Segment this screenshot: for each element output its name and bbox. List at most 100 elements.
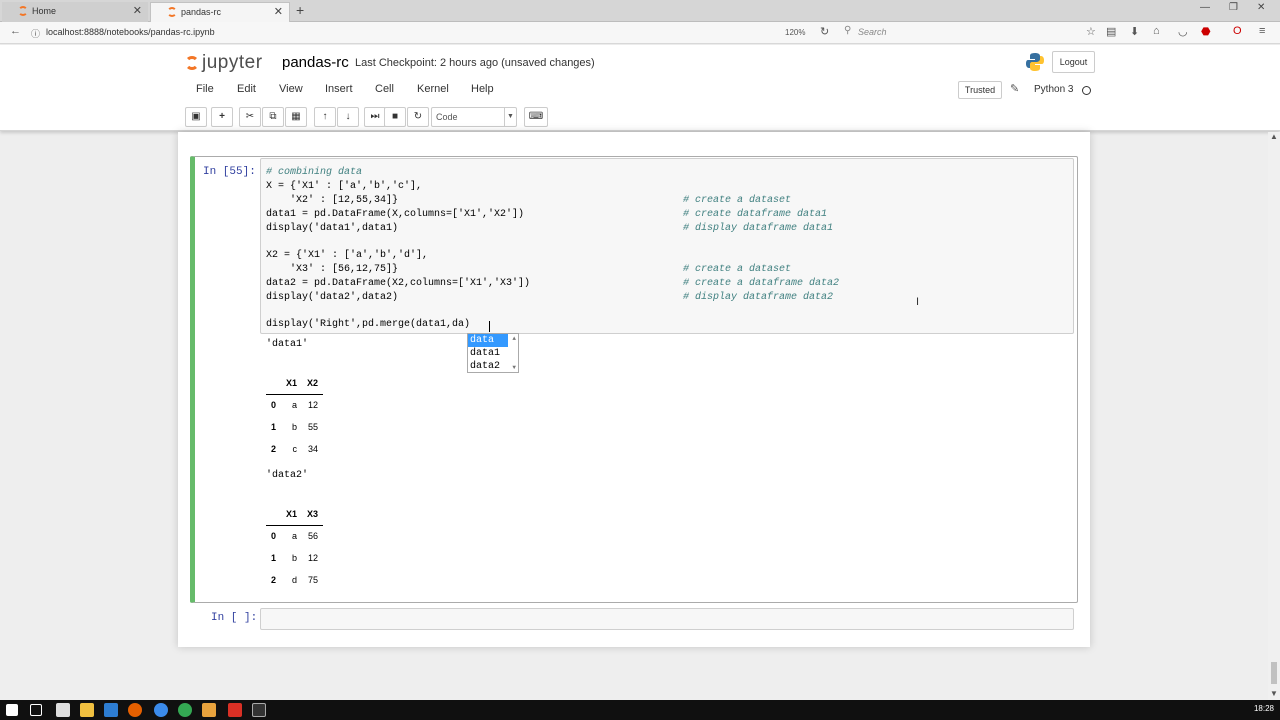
browser-icon[interactable] — [154, 703, 168, 717]
dataframe-table-data2: X1 X3 0 a 56 1 b 12 2 d 75 — [266, 503, 324, 591]
table-header: X1 — [281, 503, 303, 526]
search-icon: ⚲ — [844, 25, 852, 36]
page-scrollbar[interactable]: ▲ ▼ — [1268, 132, 1280, 700]
terminal-icon[interactable] — [252, 703, 266, 717]
task-view-icon[interactable] — [30, 704, 42, 716]
opera-icon[interactable]: O — [1233, 25, 1242, 37]
scroll-down-icon[interactable]: ▼ — [1270, 689, 1278, 698]
autocomplete-item[interactable]: data1 — [468, 347, 518, 360]
bookmark-star-icon[interactable]: ☆ — [1086, 25, 1096, 38]
menu-edit[interactable]: Edit — [237, 83, 256, 95]
firefox-icon[interactable] — [128, 703, 142, 717]
reload-icon[interactable]: ↻ — [820, 25, 829, 38]
menu-cell[interactable]: Cell — [375, 83, 394, 95]
code-line: # combining data — [266, 167, 363, 178]
minimize-icon[interactable]: — — [1200, 2, 1210, 13]
new-tab-icon[interactable]: + — [296, 2, 304, 18]
tab-label: pandas-rc — [181, 7, 222, 17]
autocomplete-list[interactable]: data data1 data2 ▲ ▼ — [467, 333, 519, 373]
notebook-name[interactable]: pandas-rc — [282, 54, 349, 71]
zoom-level[interactable]: 120% — [785, 28, 805, 37]
row-index: 1 — [271, 553, 277, 563]
close-tab-icon[interactable]: ✕ — [274, 3, 283, 21]
table-header — [266, 372, 282, 395]
run-icon[interactable]: ⏭ — [364, 107, 386, 127]
table-cell: 12 — [308, 400, 319, 411]
table-cell: a — [292, 531, 298, 542]
download-icon[interactable]: ⬇ — [1130, 25, 1139, 38]
scrollbar-thumb[interactable] — [1271, 662, 1277, 684]
kernel-name: Python 3 — [1034, 84, 1074, 95]
scroll-up-icon[interactable]: ▲ — [512, 335, 516, 342]
store-icon[interactable] — [56, 703, 70, 717]
tab-label: Home — [32, 6, 57, 16]
code-comment: # create a dataset — [683, 195, 792, 206]
start-icon[interactable] — [6, 704, 18, 716]
close-tab-icon[interactable]: ✕ — [133, 2, 142, 20]
cut-icon[interactable]: ✂ — [239, 107, 261, 127]
move-down-icon[interactable]: ↓ — [337, 107, 359, 127]
stop-icon[interactable]: ■ — [384, 107, 406, 127]
restart-icon[interactable]: ↻ — [407, 107, 429, 127]
empty-code-cell[interactable] — [260, 608, 1074, 630]
move-up-icon[interactable]: ↑ — [314, 107, 336, 127]
save-icon[interactable]: ▣ — [185, 107, 207, 127]
restore-icon[interactable]: ❐ — [1229, 2, 1238, 13]
paste-icon[interactable]: ▦ — [285, 107, 307, 127]
code-line: display('data2',data2) — [266, 292, 399, 303]
back-icon[interactable]: ← — [10, 25, 21, 37]
address-bar[interactable]: localhost:8888/notebooks/pandas-rc.ipynb — [46, 27, 215, 37]
row-index: 2 — [271, 444, 277, 454]
edit-pencil-icon[interactable]: ✎ — [1010, 82, 1019, 95]
autocomplete-item[interactable]: data — [468, 334, 508, 347]
menu-icon[interactable]: ≡ — [1259, 25, 1265, 37]
text-cursor-icon: I — [916, 296, 920, 308]
browser-tab-pandas-rc[interactable]: pandas-rc ✕ — [150, 2, 290, 22]
cell-type-select[interactable]: Code ▼ — [431, 107, 517, 127]
table-row: 0 a 56 — [266, 525, 323, 547]
output-label: 'data1' — [266, 339, 309, 350]
scroll-up-icon[interactable]: ▲ — [1270, 132, 1278, 141]
table-cell: b — [292, 553, 298, 563]
autocomplete-item[interactable]: data2 — [468, 360, 518, 373]
desktop-icon[interactable] — [104, 703, 118, 717]
jupyter-favicon-icon — [18, 6, 28, 16]
close-window-icon[interactable]: ✕ — [1257, 2, 1265, 13]
search-box[interactable]: ⚲ Search — [842, 25, 1072, 41]
reading-list-icon[interactable]: ▤ — [1106, 25, 1116, 38]
code-comment: # create a dataset — [683, 264, 792, 275]
app-icon[interactable] — [202, 703, 216, 717]
menu-help[interactable]: Help — [471, 83, 494, 95]
insert-cell-icon[interactable]: + — [211, 107, 233, 127]
copy-icon[interactable]: ⧉ — [262, 107, 284, 127]
table-cell: c — [292, 444, 298, 454]
adblock-icon[interactable]: ⬣ — [1201, 25, 1211, 38]
code-line: data1 = pd.DataFrame(X,columns=['X1','X2… — [266, 209, 525, 220]
menu-insert[interactable]: Insert — [325, 83, 353, 95]
logout-button[interactable]: Logout — [1052, 51, 1095, 73]
keyboard-icon[interactable]: ⌨ — [524, 107, 548, 127]
menu-kernel[interactable]: Kernel — [417, 83, 449, 95]
row-index: 0 — [271, 400, 277, 411]
pocket-icon[interactable]: ◡ — [1178, 25, 1188, 38]
scroll-down-icon[interactable]: ▼ — [512, 364, 516, 371]
input-prompt: In [55]: — [203, 166, 256, 178]
code-line: display('Right',pd.merge(data1,da) — [266, 319, 471, 330]
code-editor[interactable]: # combining data X = {'X1' : ['a','b','c… — [260, 158, 1074, 334]
chrome-icon[interactable] — [178, 703, 192, 717]
code-comment: # create dataframe data1 — [683, 209, 828, 220]
trusted-badge[interactable]: Trusted — [958, 81, 1002, 99]
menu-file[interactable]: File — [196, 83, 214, 95]
home-icon[interactable]: ⌂ — [1153, 25, 1160, 37]
code-line: display('data1',data1) — [266, 223, 399, 234]
menu-view[interactable]: View — [279, 83, 303, 95]
jupyter-logo[interactable]: jupyter — [185, 52, 263, 74]
file-explorer-icon[interactable] — [80, 703, 94, 717]
browser-tab-home[interactable]: Home ✕ — [2, 2, 148, 22]
code-line: X2 = {'X1' : ['a','b','d'], — [266, 250, 429, 261]
table-header: X1 — [281, 372, 303, 395]
pdf-reader-icon[interactable] — [228, 703, 242, 717]
table-cell: 12 — [308, 553, 319, 563]
table-row: 1 b 55 — [266, 416, 323, 438]
info-icon[interactable]: ⓘ — [31, 27, 40, 40]
